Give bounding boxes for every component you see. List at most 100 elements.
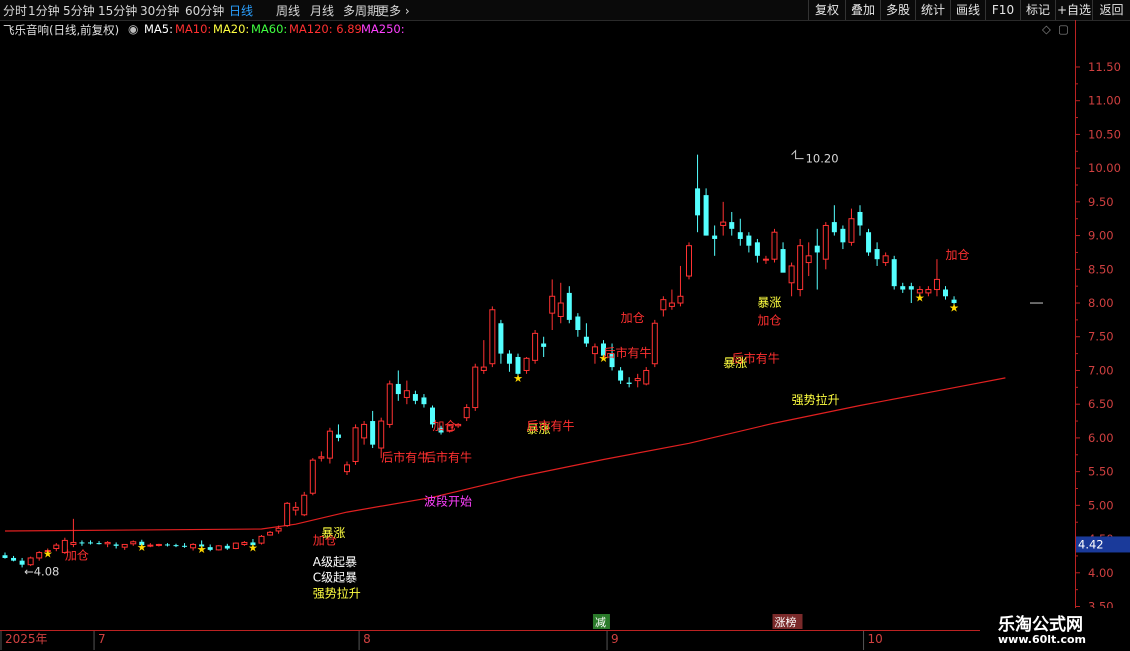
candle-body — [284, 502, 291, 527]
signal-text: 后市有牛 — [424, 450, 472, 465]
candle-body — [557, 302, 564, 318]
signal-text: 强势拉升 — [313, 586, 361, 601]
signal-text: 加仓 — [621, 311, 645, 325]
candle-body — [866, 232, 872, 253]
candle-body — [532, 332, 539, 361]
high-price-label: 10.20 — [806, 152, 839, 166]
candle-body — [104, 541, 111, 545]
candle-body — [822, 224, 829, 260]
candle-body — [326, 430, 333, 459]
candle-body — [857, 211, 863, 226]
candle-body — [361, 423, 368, 439]
signal-text: 加仓 — [65, 548, 89, 562]
candle-body — [36, 552, 43, 559]
candle-body — [489, 309, 496, 365]
candle-body — [703, 195, 709, 236]
y-tick-label: 11.50 — [1088, 60, 1121, 74]
candle-body — [712, 235, 718, 239]
y-tick-label: 6.00 — [1088, 431, 1114, 445]
candle-body — [831, 222, 837, 233]
candle-body — [566, 292, 572, 320]
candle-body — [335, 434, 341, 438]
candle-body — [874, 249, 880, 260]
signal-star: ★ — [915, 291, 925, 304]
candle-body — [155, 543, 162, 546]
candle-body — [292, 506, 299, 511]
candle-body — [720, 221, 727, 226]
kline-chart: 3.504.004.505.005.506.006.507.007.508.00… — [0, 60, 1130, 650]
candle-body — [575, 316, 581, 330]
candle-body — [677, 295, 684, 304]
candle-body — [686, 245, 692, 277]
candle-body — [403, 390, 410, 398]
high-marker — [791, 149, 804, 160]
y-tick-label: 8.00 — [1088, 296, 1114, 310]
candle-body — [925, 289, 932, 294]
candle-body — [113, 544, 119, 546]
candle-body — [318, 456, 325, 459]
candle-body — [634, 378, 641, 382]
candle-body — [943, 289, 948, 297]
low-price-label: ←4.08 — [24, 564, 59, 578]
candle-body — [814, 245, 820, 253]
signal-text: 暴涨 — [723, 355, 747, 370]
event-label: 减 — [595, 616, 606, 629]
candle-body — [626, 382, 632, 384]
event-label: 涨榜 — [775, 615, 797, 629]
y-tick-label: 8.50 — [1088, 262, 1114, 276]
last-price-label: 4.42 — [1078, 537, 1104, 551]
date-axis — [0, 630, 1075, 651]
candle-body — [891, 259, 897, 287]
candle-body — [344, 464, 350, 473]
candle-body — [583, 336, 589, 344]
candle-body — [805, 255, 812, 264]
y-tick-label: 10.00 — [1088, 161, 1121, 175]
candle-body — [472, 366, 479, 409]
candle-body — [541, 343, 547, 347]
signal-text: 后市有牛 — [381, 450, 429, 465]
candle-body — [668, 302, 675, 307]
candle-body — [96, 543, 102, 545]
candle-body — [53, 544, 60, 550]
candle-body — [523, 357, 530, 371]
y-tick-label: 5.00 — [1088, 498, 1114, 512]
y-tick-label: 7.50 — [1088, 330, 1114, 344]
signal-star: ★ — [513, 372, 523, 385]
candle-body — [506, 353, 512, 364]
candle-body — [241, 541, 248, 545]
candle-body — [11, 557, 17, 561]
candle-body — [190, 543, 197, 549]
candle-body — [643, 369, 650, 385]
candle-body — [780, 249, 786, 273]
signal-star: ★ — [137, 541, 147, 554]
candle-body — [463, 407, 470, 419]
candle-body — [549, 295, 556, 314]
candle-body — [848, 218, 855, 243]
y-tick-label: 10.50 — [1088, 127, 1121, 141]
candle-body — [224, 545, 230, 549]
candle-body — [173, 545, 179, 547]
price-axis-line — [1075, 20, 1076, 630]
signal-text: 后市有牛 — [604, 345, 652, 360]
candle-body — [591, 346, 598, 355]
y-tick-label: 7.00 — [1088, 363, 1114, 377]
brand-url: www.60lt.com — [998, 633, 1087, 646]
candle-body — [788, 265, 795, 284]
signal-text: 加仓 — [433, 419, 457, 433]
candle-body — [421, 397, 427, 405]
signal-text: 暴涨 — [321, 525, 345, 540]
y-tick-label: 6.50 — [1088, 397, 1114, 411]
y-tick-label: 5.50 — [1088, 465, 1114, 479]
signal-text: 加仓 — [757, 314, 781, 328]
candle-body — [147, 544, 154, 547]
candle-body — [412, 394, 418, 401]
candle-body — [378, 420, 385, 449]
y-tick-label: 9.00 — [1088, 229, 1114, 243]
candle-body — [386, 383, 393, 425]
candle-body — [395, 383, 401, 395]
signal-text: 波段开始 — [424, 493, 472, 508]
signal-text: 强势拉升 — [792, 392, 840, 407]
signal-star: ★ — [248, 541, 258, 554]
candle-body — [2, 555, 8, 558]
candle-body — [695, 188, 701, 216]
